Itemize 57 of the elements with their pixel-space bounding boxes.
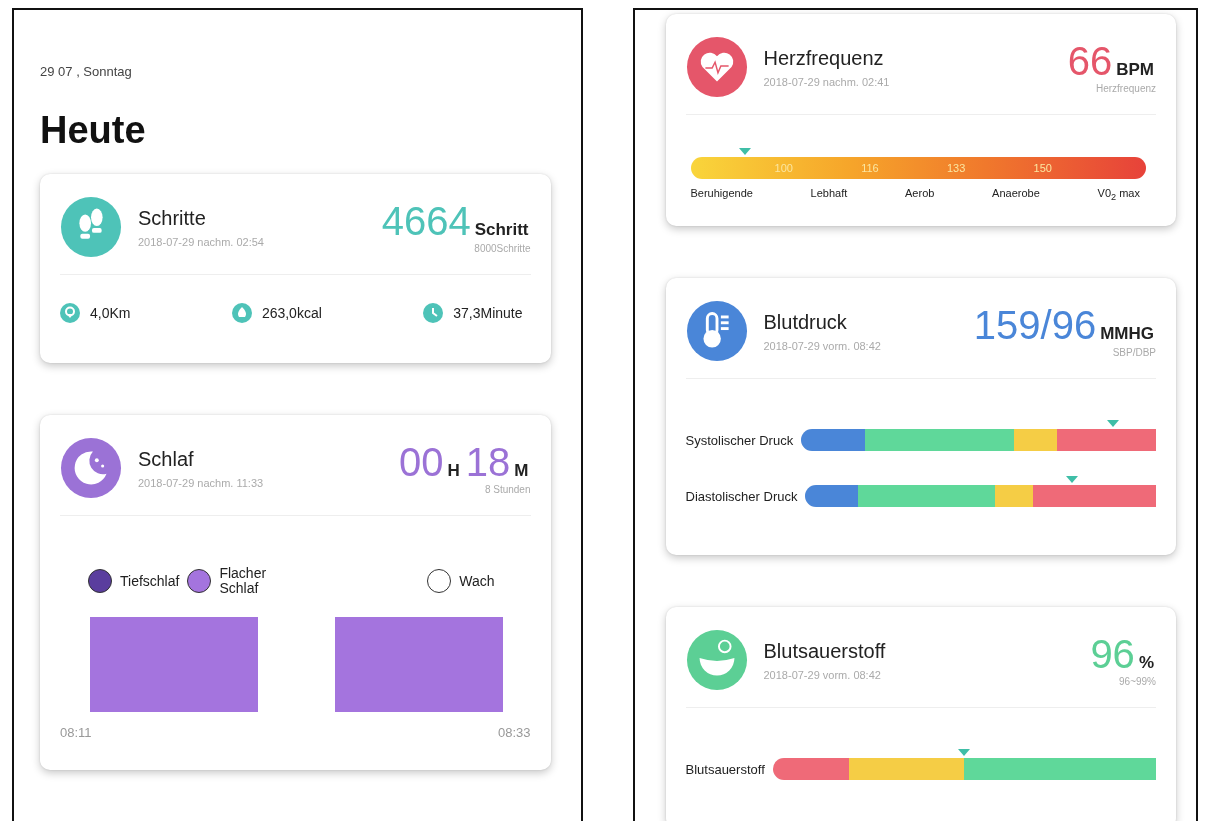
reading-caption: SBP/DBP <box>1112 346 1156 358</box>
location-pin-icon <box>60 303 80 323</box>
reading-caption: 8000Schritte <box>474 242 531 254</box>
timestamp: 2018-07-29 nachm. 02:41 <box>763 75 891 88</box>
unit-label: M <box>514 460 529 481</box>
gauge-label: Blutsauerstoff <box>685 761 765 777</box>
gauge-label: Systolischer Druck <box>685 432 794 448</box>
reading-caption: Herzfrequenz <box>1095 82 1156 94</box>
timestamp: 2018-07-29 nachm. 11:33 <box>138 476 265 489</box>
date-label: 29 07 , Sonntag <box>40 64 133 79</box>
stat-value: 4,0Km <box>90 305 131 321</box>
zone-label: Lebhaft <box>810 187 848 201</box>
stat-value: 263,0kcal <box>261 305 322 321</box>
card-title: Herzfrequenz <box>763 46 885 70</box>
reading-value: 66 <box>1067 40 1113 81</box>
zone-threshold: 150 <box>1033 162 1052 174</box>
zone-label: Beruhigende <box>690 187 753 201</box>
card-title: Blutdruck <box>763 310 848 334</box>
reading-value: 00 <box>399 441 444 482</box>
legend-label: Tiefschlaf <box>120 572 180 589</box>
zone-threshold: 133 <box>946 162 966 174</box>
reading-value: 4664 <box>381 200 471 241</box>
sleep-card[interactable]: Schlaf 2018-07-29 nachm. 11:33 00 H 18 M 8 Stunden Tiefschlaf Flacher Schlaf Wach 08:11 08:33 <box>40 415 551 771</box>
zone-threshold: 100 <box>774 162 793 174</box>
timestamp: 2018-07-29 nachm. 02:54 <box>138 235 265 248</box>
unit-label: Schritt <box>474 219 529 240</box>
timestamp: 2018-07-29 vorm. 08:42 <box>763 339 882 352</box>
reading-value: 96 <box>1090 633 1135 674</box>
reading-value: 18 <box>465 441 511 482</box>
blood-pressure-card[interactable]: Blutdruck 2018-07-29 vorm. 08:42 159/96 MMHG SBP/DBP Systolischer Druck Diastolischer Druck <box>665 278 1176 556</box>
card-title: Schlaf <box>138 447 195 471</box>
gauge-label: Diastolischer Druck <box>685 488 798 504</box>
clock-icon <box>423 303 444 323</box>
zone-label: Aerob <box>905 187 935 201</box>
flame-icon <box>231 303 252 323</box>
reading-caption: 8 Stunden <box>484 483 531 495</box>
unit-label: % <box>1138 652 1154 673</box>
zone-label: Anaerobe <box>992 187 1040 201</box>
time-label: 08:11 <box>60 725 92 741</box>
zone-threshold: 116 <box>861 162 879 174</box>
unit-label: H <box>447 460 460 481</box>
card-title: Schritte <box>138 206 207 230</box>
zone-label: V0$_{2}$ max <box>1097 187 1140 203</box>
legend-label: Wach <box>459 572 495 589</box>
legend-label: Flacher Schlaf <box>219 566 268 596</box>
timestamp: 2018-07-29 vorm. 08:42 <box>763 668 882 681</box>
blood-oxygen-card[interactable]: Blutsauerstoff 2018-07-29 vorm. 08:42 96% 96~99% Blutsauerstoff <box>665 607 1176 821</box>
steps-card[interactable]: Schritte 2018-07-29 nachm. 02:54 4664 Schritt 8000Schritte 4,0Km 263,0kcal 37,3Minute <box>40 174 551 363</box>
stat-value: 37,3Minute <box>453 305 523 321</box>
page-title: Heute <box>40 109 147 152</box>
card-title: Blutsauerstoff <box>763 639 887 663</box>
reading-value: 159/96 <box>973 304 1097 345</box>
reading-caption: 96~99% <box>1119 675 1156 687</box>
time-label: 08:33 <box>497 725 531 741</box>
unit-label: BPM <box>1116 59 1154 80</box>
heart-rate-card[interactable]: Herzfrequenz 2018-07-29 nachm. 02:41 66 BPM Herzfrequenz 100 116 133 150 Beruhigende Lebhaft Aerob Anaerobe V0$_{2}$ max <box>665 14 1176 227</box>
unit-label: MMHG <box>1100 323 1154 344</box>
